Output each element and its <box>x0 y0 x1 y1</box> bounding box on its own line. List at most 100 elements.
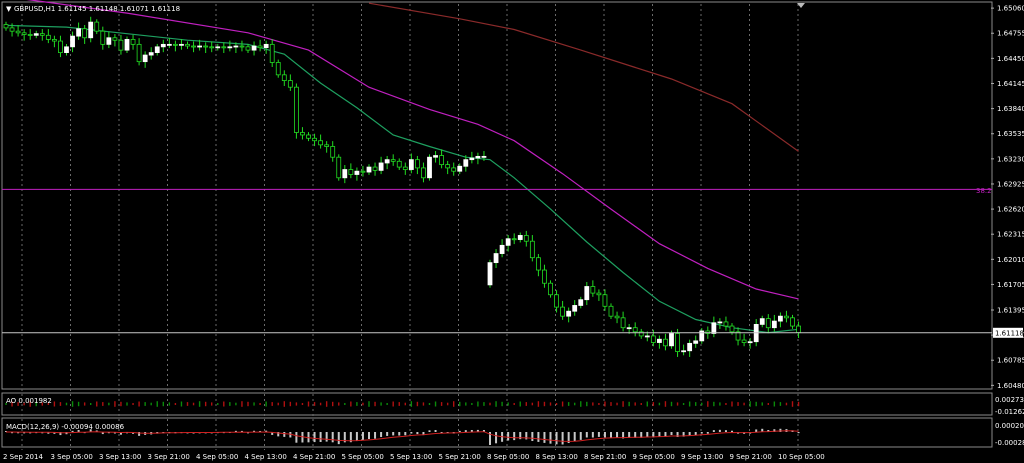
macd-label: MACD(12,26,9) -0.00094 0.00086 <box>6 423 125 431</box>
price-tick-label: 1.63840 <box>997 105 1024 113</box>
candle-body <box>747 341 753 344</box>
macd-bar <box>585 432 588 438</box>
candle-body <box>160 43 166 48</box>
macd-bar <box>537 432 540 442</box>
candle-body <box>245 46 251 51</box>
candle-body <box>536 257 541 271</box>
candle-body <box>112 37 118 41</box>
macd-bar <box>392 432 395 436</box>
time-tick-label: 2 Sep 2014 <box>3 453 43 461</box>
candle-body <box>197 45 203 48</box>
candle-body <box>209 46 215 49</box>
candle-body <box>360 170 366 173</box>
macd-bar <box>325 432 328 442</box>
candle-body <box>27 34 33 36</box>
macd-bar <box>616 432 619 438</box>
candle-body <box>148 52 154 56</box>
candle-body <box>481 155 487 158</box>
macd-bar <box>374 432 377 439</box>
price-tick-label: 1.60785 <box>997 357 1024 365</box>
candle-body <box>396 160 402 168</box>
candle-body <box>457 165 463 172</box>
candle-body <box>427 156 432 179</box>
candle-body <box>275 62 281 76</box>
candle-body <box>227 46 233 49</box>
price-tick-label: 1.64755 <box>997 30 1024 38</box>
candle-body <box>318 140 324 146</box>
macd-bar <box>495 432 498 444</box>
macd-bar <box>543 432 546 443</box>
candle-body <box>566 310 572 317</box>
time-tick-label: 4 Sep 05:00 <box>196 453 238 461</box>
candle-body <box>511 238 517 241</box>
candle-body <box>118 39 124 51</box>
candle-body <box>215 46 221 49</box>
price-tick-label: 1.62315 <box>997 231 1024 239</box>
time-tick-label: 4 Sep 21:00 <box>293 453 335 461</box>
macd-bar <box>573 432 576 442</box>
macd-bar <box>428 430 431 432</box>
candle-body <box>548 282 553 296</box>
macd-bar <box>331 432 334 443</box>
candle-body <box>675 333 680 352</box>
candle-body <box>602 294 608 307</box>
macd-bar <box>700 432 703 434</box>
candle-body <box>487 262 493 286</box>
macd-bar <box>591 432 594 438</box>
candle-body <box>76 28 81 37</box>
price-tick-label: 1.61705 <box>997 281 1024 289</box>
macd-bar <box>380 432 383 438</box>
macd-bar <box>404 432 407 436</box>
time-tick-label: 3 Sep 05:00 <box>51 453 93 461</box>
candle-body <box>82 28 88 39</box>
candle-body <box>517 235 523 240</box>
price-tick-label: 1.63230 <box>997 155 1024 163</box>
candle-body <box>451 167 457 172</box>
macd-bar <box>313 432 316 443</box>
candle-body <box>408 159 414 170</box>
macd-bar <box>283 432 286 437</box>
macd-bar <box>319 432 322 443</box>
price-tick-label: 1.62925 <box>997 180 1024 188</box>
candle-body <box>433 155 438 158</box>
candle-body <box>15 30 21 34</box>
time-tick-label: 5 Sep 21:00 <box>439 453 481 461</box>
candle-body <box>657 338 662 343</box>
candle-body <box>778 315 783 322</box>
candle-body <box>584 286 590 301</box>
macd-bar <box>386 432 389 436</box>
candle-body <box>741 339 747 343</box>
macd-bar <box>688 432 691 436</box>
time-tick-label: 10 Sep 05:00 <box>778 453 825 461</box>
price-tick-label: 1.61395 <box>997 306 1024 314</box>
ao-tick-bottom: -0.01262 <box>995 408 1024 416</box>
candle-body <box>3 24 9 29</box>
candle-body <box>711 322 717 334</box>
candle-body <box>463 159 469 167</box>
time-tick-label: 3 Sep 21:00 <box>148 453 190 461</box>
time-tick-label: 8 Sep 21:00 <box>584 453 626 461</box>
macd-bar <box>718 429 721 432</box>
candle-body <box>663 338 668 347</box>
candle-body <box>281 74 287 82</box>
macd-bar <box>410 432 413 434</box>
macd-bar <box>458 430 461 432</box>
price-tick-label: 1.64145 <box>997 80 1024 88</box>
candle-body <box>203 45 209 48</box>
candle-body <box>354 170 360 175</box>
chart-menu-icon[interactable]: ▼ <box>6 5 12 13</box>
candle-body <box>590 286 596 294</box>
candle-body <box>578 299 584 306</box>
candle-body <box>626 327 632 330</box>
candle-body <box>644 335 650 338</box>
candle-body <box>70 35 75 48</box>
candle-body <box>21 32 27 35</box>
candle-body <box>421 167 426 179</box>
macd-bar <box>755 429 758 432</box>
candle-body <box>542 269 547 284</box>
candle-body <box>796 325 801 334</box>
macd-bar <box>706 432 709 434</box>
candle-body <box>378 162 384 171</box>
price-tick-label: 1.65060 <box>997 5 1024 13</box>
macd-bar <box>731 430 733 432</box>
